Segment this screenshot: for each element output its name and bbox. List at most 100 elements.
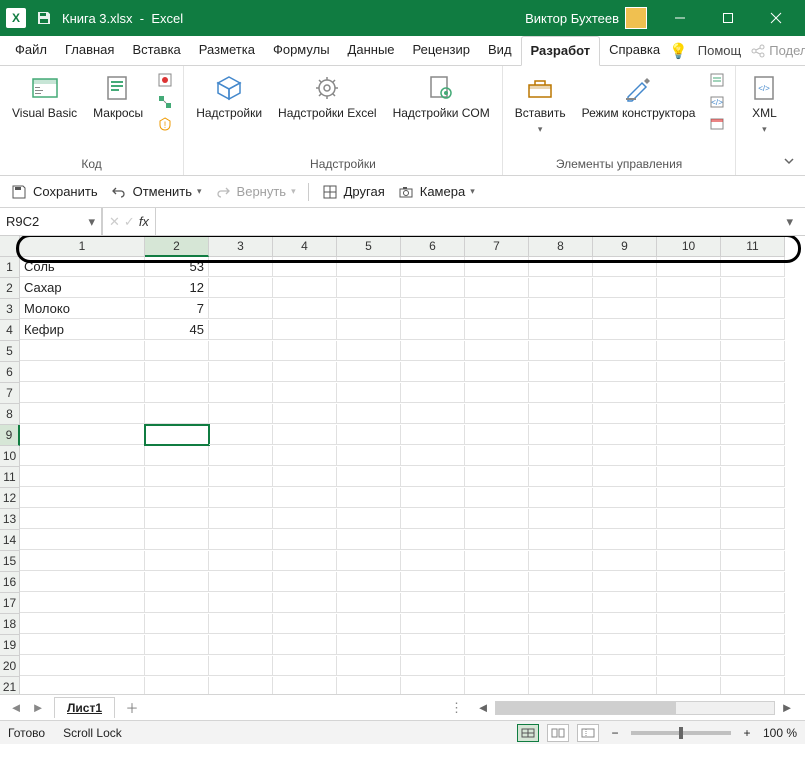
cell[interactable] — [20, 404, 145, 424]
tell-me-label[interactable]: Помощ — [698, 43, 741, 58]
cell[interactable] — [657, 509, 721, 529]
column-header[interactable]: 9 — [593, 236, 657, 257]
cell[interactable] — [273, 635, 337, 655]
cell[interactable] — [273, 320, 337, 340]
redo-button[interactable]: Вернуть ▾ — [214, 183, 296, 201]
cell[interactable] — [337, 404, 401, 424]
share-button[interactable]: Поделиться — [751, 43, 805, 58]
save-button[interactable]: Сохранить — [10, 183, 98, 201]
cell[interactable] — [20, 572, 145, 592]
cell[interactable] — [209, 677, 273, 694]
cell[interactable] — [273, 656, 337, 676]
cell[interactable] — [657, 383, 721, 403]
row-header[interactable]: 1 — [0, 257, 20, 278]
sheet-scroll-left-button[interactable]: ◄ — [6, 698, 26, 718]
cell[interactable] — [209, 488, 273, 508]
cell[interactable] — [209, 509, 273, 529]
visual-basic-button[interactable]: Visual Basic — [8, 70, 81, 123]
cell[interactable] — [593, 572, 657, 592]
cell[interactable] — [465, 530, 529, 550]
cell[interactable] — [721, 320, 785, 340]
cell[interactable] — [401, 509, 465, 529]
tab-split-handle[interactable]: ⋮ — [450, 700, 471, 716]
cell[interactable] — [529, 593, 593, 613]
column-header[interactable]: 6 — [401, 236, 465, 257]
row-header[interactable]: 13 — [0, 509, 20, 530]
row-header[interactable]: 6 — [0, 362, 20, 383]
autosave-icon[interactable] — [34, 8, 54, 28]
cell[interactable]: Сахар — [20, 278, 145, 298]
cell[interactable] — [401, 362, 465, 382]
page-layout-view-button[interactable] — [547, 724, 569, 742]
cell[interactable] — [529, 404, 593, 424]
cell[interactable] — [337, 467, 401, 487]
cell[interactable] — [337, 446, 401, 466]
cell[interactable] — [273, 488, 337, 508]
cell[interactable] — [593, 593, 657, 613]
window-close-button[interactable] — [753, 0, 799, 36]
cell[interactable] — [273, 446, 337, 466]
cell[interactable] — [721, 404, 785, 424]
cell[interactable] — [273, 257, 337, 277]
cell[interactable] — [337, 341, 401, 361]
cell[interactable] — [657, 488, 721, 508]
enter-formula-button[interactable]: ✓ — [124, 214, 135, 230]
tab-home[interactable]: Главная — [56, 36, 123, 65]
cell[interactable] — [593, 614, 657, 634]
worksheet[interactable]: 1234567891011 1Соль532Сахар123Молоко74Ке… — [0, 236, 805, 694]
cell[interactable] — [657, 425, 721, 445]
cell[interactable] — [657, 467, 721, 487]
cell[interactable] — [465, 383, 529, 403]
macros-button[interactable]: Макросы — [89, 70, 147, 123]
cell[interactable] — [209, 362, 273, 382]
cell[interactable] — [529, 488, 593, 508]
cell[interactable] — [657, 530, 721, 550]
cell[interactable]: 53 — [145, 257, 209, 277]
cell[interactable] — [209, 404, 273, 424]
cell[interactable] — [657, 320, 721, 340]
tab-review[interactable]: Рецензир — [404, 36, 480, 65]
cell[interactable] — [529, 509, 593, 529]
cell[interactable] — [657, 614, 721, 634]
insert-control-button[interactable]: Вставить ▾ — [511, 70, 570, 136]
cell[interactable] — [657, 278, 721, 298]
cell[interactable] — [721, 677, 785, 694]
cell[interactable] — [145, 425, 209, 445]
cell[interactable] — [209, 446, 273, 466]
cell[interactable] — [145, 656, 209, 676]
cell[interactable] — [593, 656, 657, 676]
cell[interactable] — [401, 572, 465, 592]
run-dialog-button[interactable] — [707, 114, 727, 134]
cell[interactable]: Соль — [20, 257, 145, 277]
cell[interactable] — [209, 299, 273, 319]
cell[interactable] — [20, 509, 145, 529]
cell[interactable] — [401, 635, 465, 655]
cell[interactable] — [529, 425, 593, 445]
cell[interactable] — [657, 656, 721, 676]
cell[interactable] — [529, 467, 593, 487]
cell[interactable] — [529, 635, 593, 655]
cell[interactable] — [529, 383, 593, 403]
cell[interactable] — [401, 341, 465, 361]
cell[interactable] — [145, 509, 209, 529]
cell[interactable] — [465, 467, 529, 487]
hscroll-left-button[interactable]: ◄ — [475, 700, 491, 716]
cell[interactable] — [337, 530, 401, 550]
cell[interactable] — [721, 278, 785, 298]
cell[interactable] — [273, 509, 337, 529]
row-header[interactable]: 16 — [0, 572, 20, 593]
column-header[interactable]: 8 — [529, 236, 593, 257]
row-header[interactable]: 21 — [0, 677, 20, 694]
undo-button[interactable]: Отменить ▾ — [110, 183, 202, 201]
cell[interactable] — [145, 530, 209, 550]
cell[interactable] — [209, 383, 273, 403]
user-account[interactable]: Виктор Бухтеев — [517, 7, 655, 29]
row-header[interactable]: 12 — [0, 488, 20, 509]
cell[interactable] — [273, 677, 337, 694]
normal-view-button[interactable] — [517, 724, 539, 742]
cell[interactable] — [529, 551, 593, 571]
cell[interactable] — [273, 404, 337, 424]
cell[interactable] — [657, 341, 721, 361]
tab-file[interactable]: Файл — [6, 36, 56, 65]
cell[interactable] — [20, 593, 145, 613]
